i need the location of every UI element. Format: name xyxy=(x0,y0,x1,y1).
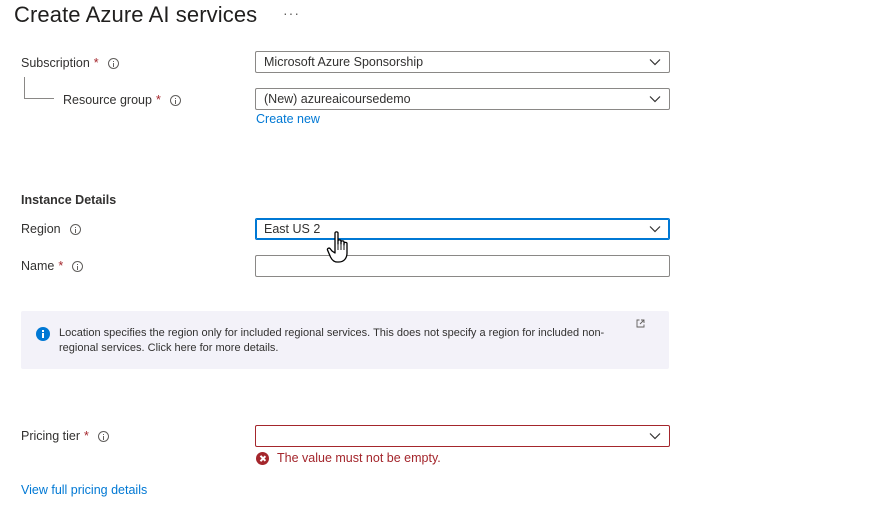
tree-connector-vertical xyxy=(24,77,25,98)
pricing-tier-dropdown[interactable] xyxy=(255,425,670,447)
chevron-down-icon xyxy=(649,226,661,233)
required-marker: * xyxy=(58,259,64,273)
chevron-down-icon xyxy=(649,433,661,440)
name-input[interactable] xyxy=(255,255,670,277)
pricing-tier-label: Pricing tier xyxy=(21,429,81,443)
pricing-tier-label-row: Pricing tier * xyxy=(21,429,109,443)
create-new-link[interactable]: Create new xyxy=(256,112,320,126)
resource-group-label-row: Resource group * xyxy=(63,93,181,107)
more-options-button[interactable]: ··· xyxy=(283,5,300,21)
resource-group-dropdown[interactable]: (New) azureaicoursedemo xyxy=(255,88,670,110)
info-icon[interactable] xyxy=(69,223,81,235)
chevron-down-icon xyxy=(649,59,661,66)
info-icon[interactable] xyxy=(107,57,119,69)
resource-group-label: Resource group xyxy=(63,93,152,107)
subscription-dropdown[interactable]: Microsoft Azure Sponsorship xyxy=(255,51,670,73)
required-marker: * xyxy=(84,429,89,443)
location-info-text: Location specifies the region only for i… xyxy=(59,327,605,354)
chevron-down-icon xyxy=(649,96,661,103)
view-pricing-details-link[interactable]: View full pricing details xyxy=(21,483,147,497)
info-icon[interactable] xyxy=(97,430,109,442)
required-marker: * xyxy=(93,56,99,70)
region-dropdown[interactable]: East US 2 xyxy=(255,218,670,240)
tree-connector-horizontal xyxy=(24,98,54,99)
resource-group-value: (New) azureaicoursedemo xyxy=(264,92,411,106)
region-label-row: Region xyxy=(21,222,81,236)
subscription-value: Microsoft Azure Sponsorship xyxy=(264,55,424,69)
error-icon xyxy=(256,451,269,465)
pricing-tier-error-text: The value must not be empty. xyxy=(277,451,441,465)
info-icon xyxy=(36,327,50,341)
pricing-tier-error: The value must not be empty. xyxy=(256,451,441,465)
page-title: Create Azure AI services xyxy=(14,2,258,27)
region-label: Region xyxy=(21,222,61,236)
info-icon[interactable] xyxy=(169,94,181,106)
subscription-label-row: Subscription * xyxy=(21,56,119,70)
region-value: East US 2 xyxy=(264,222,321,236)
instance-details-heading: Instance Details xyxy=(21,193,117,207)
location-info-box[interactable]: Location specifies the region only for i… xyxy=(21,311,669,369)
name-label-row: Name * xyxy=(21,259,84,273)
name-label: Name xyxy=(21,259,55,273)
subscription-label: Subscription xyxy=(21,56,90,70)
info-icon[interactable] xyxy=(72,260,84,272)
required-marker: * xyxy=(155,93,161,107)
external-link-icon[interactable] xyxy=(636,319,645,328)
